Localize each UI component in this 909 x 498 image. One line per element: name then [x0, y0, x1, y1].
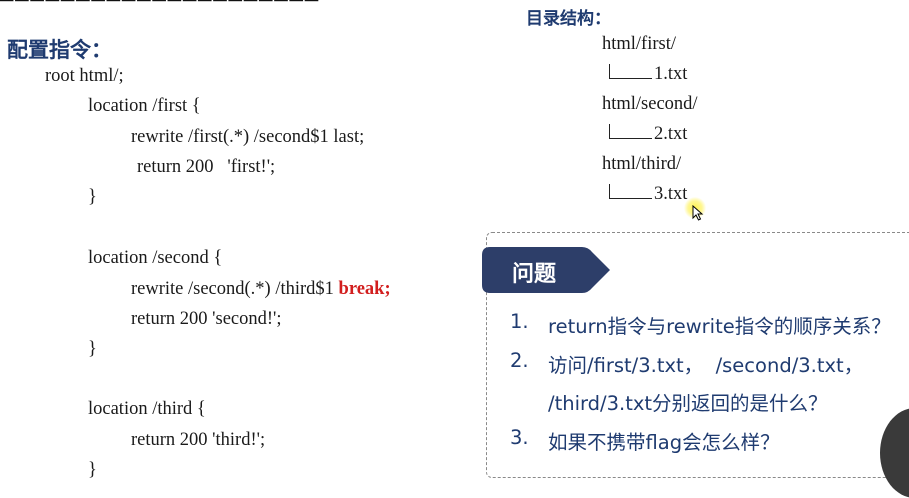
code-root: root html/;: [45, 66, 124, 86]
code-close-second: }: [88, 339, 97, 359]
code-location-first: location /first {: [88, 96, 201, 116]
code-location-third: location /third {: [88, 399, 206, 419]
tree-branch-icon: [609, 184, 652, 199]
code-close-third: }: [88, 460, 97, 480]
break-flag: break;: [338, 279, 391, 299]
dir-folder-second: html/second/: [602, 94, 698, 114]
dir-file-2: 2.txt: [654, 124, 688, 144]
dir-folder-third: html/third/: [602, 154, 682, 174]
dir-file-1: 1.txt: [654, 64, 688, 84]
code-return-third: return 200 'third!';: [131, 430, 266, 450]
code-close-first: }: [88, 187, 97, 207]
question-title: 问题: [512, 262, 557, 287]
tree-branch-icon: [609, 124, 652, 139]
code-rewrite-first: rewrite /first(.*) /second$1 last;: [131, 127, 365, 147]
rewrite-second-text: rewrite /second(.*) /third$1: [131, 279, 339, 299]
directory-heading: 目录结构：: [526, 9, 611, 29]
code-return-first: return 200 'first!';: [137, 157, 276, 177]
config-heading: 配置指令：: [7, 38, 112, 62]
question-2-text-cont: /third/3.txt分别返回的是什么？: [548, 392, 828, 415]
question-3-number: 3.: [510, 426, 529, 449]
question-title-banner: 问题: [482, 247, 613, 293]
question-1-number: 1.: [510, 310, 529, 333]
dir-file-3: 3.txt: [654, 184, 688, 204]
question-1-text: return指令与rewrite指令的顺序关系？: [548, 315, 891, 338]
code-return-second: return 200 'second!';: [131, 309, 282, 329]
code-location-second: location /second {: [88, 248, 223, 268]
code-rewrite-second: rewrite /second(.*) /third$1 break;: [131, 279, 391, 300]
mouse-cursor-icon: [684, 197, 706, 221]
cropped-slide-title: ━━━━━━━━━━━━━━━━━━━━━: [0, 0, 470, 10]
question-2-number: 2.: [510, 349, 529, 372]
dir-folder-first: html/first/: [602, 34, 676, 54]
tree-branch-icon: [609, 64, 652, 79]
question-3-text: 如果不携带flag会怎么样？: [548, 431, 780, 454]
question-2-text: 访问/first/3.txt， /second/3.txt，: [548, 354, 864, 377]
